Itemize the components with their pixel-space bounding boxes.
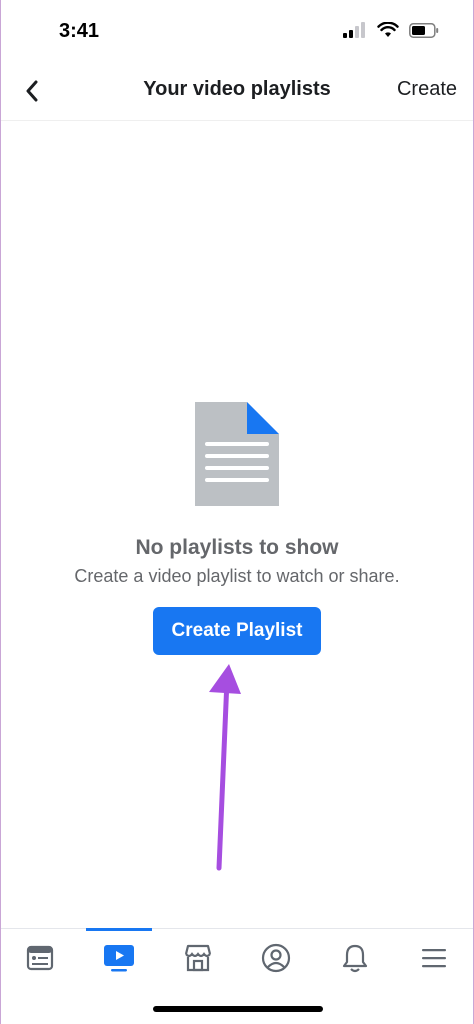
tab-menu[interactable]	[394, 929, 473, 987]
empty-state-subtitle: Create a video playlist to watch or shar…	[74, 566, 400, 586]
annotation-arrow	[209, 664, 241, 871]
create-playlist-button[interactable]: Create Playlist	[153, 607, 321, 655]
nav-header: Your video playlists Create	[1, 64, 473, 121]
status-time: 3:41	[59, 20, 100, 42]
tab-video[interactable]	[80, 928, 159, 987]
news-feed-icon	[27, 945, 54, 971]
video-icon	[104, 945, 134, 972]
bell-icon	[342, 944, 368, 973]
bottom-tab-bar	[1, 928, 473, 987]
menu-icon	[421, 949, 446, 968]
tab-news-feed[interactable]	[1, 929, 80, 987]
create-button[interactable]: Create	[397, 78, 457, 101]
battery-icon	[409, 22, 439, 38]
home-indicator	[153, 1006, 323, 1012]
tab-notifications[interactable]	[316, 929, 395, 987]
profile-icon	[262, 943, 291, 973]
tab-profile[interactable]	[237, 929, 316, 987]
wifi-icon	[377, 22, 399, 37]
video-playlists-screen: 3:41 Your video playlists Create No play…	[0, 0, 474, 1024]
marketplace-icon	[184, 944, 211, 972]
status-icons	[343, 22, 439, 38]
empty-state-title: No playlists to show	[135, 536, 339, 559]
tab-marketplace[interactable]	[158, 929, 237, 987]
document-icon	[195, 402, 279, 506]
empty-state: No playlists to show Create a video play…	[1, 398, 473, 655]
signal-icon	[343, 22, 365, 38]
status-bar: 3:41	[1, 0, 473, 64]
